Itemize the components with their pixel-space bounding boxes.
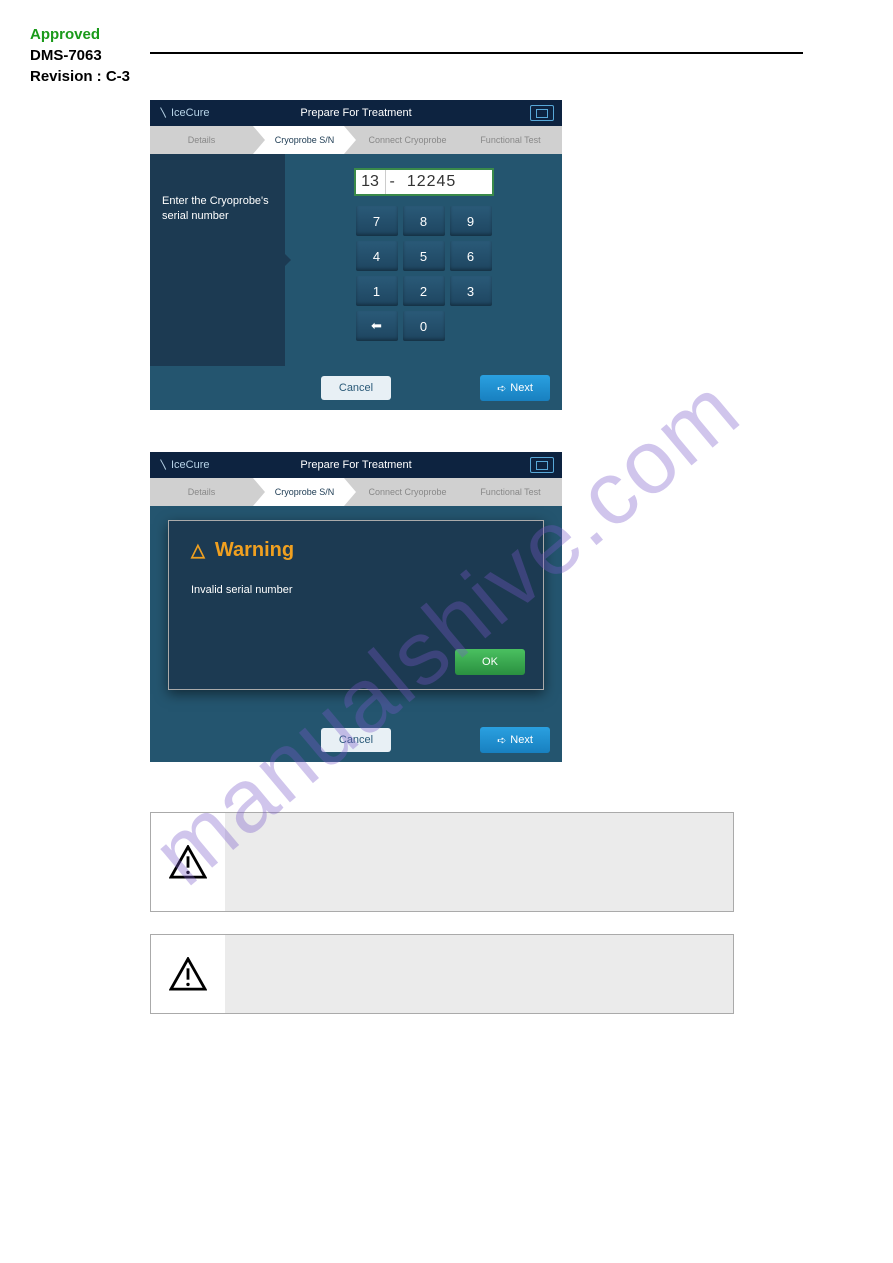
card-icon[interactable] xyxy=(530,457,554,473)
next-button[interactable]: ➪ Next xyxy=(480,727,550,753)
key-0[interactable]: 0 xyxy=(403,311,445,341)
screen-title: Prepare For Treatment xyxy=(300,459,411,471)
next-label: Next xyxy=(510,382,533,394)
step-cryoprobe-sn[interactable]: Cryoprobe S/N xyxy=(253,478,356,506)
sn-value: 12245 xyxy=(399,173,457,191)
key-6[interactable]: 6 xyxy=(450,241,492,271)
step-details[interactable]: Details xyxy=(150,126,253,154)
caution-triangle-icon xyxy=(169,845,207,879)
prompt-text: Enter the Cryoprobe's serial number xyxy=(162,194,273,225)
ok-button[interactable]: OK xyxy=(455,649,525,675)
key-3[interactable]: 3 xyxy=(450,276,492,306)
step-connect[interactable]: Connect Cryoprobe xyxy=(356,478,459,506)
key-9[interactable]: 9 xyxy=(450,206,492,236)
caution-box xyxy=(150,812,734,912)
step-bar: Details Cryoprobe S/N Connect Cryoprobe … xyxy=(150,126,562,154)
warning-title: △ Warning xyxy=(191,539,521,562)
key-2[interactable]: 2 xyxy=(403,276,445,306)
warning-triangle-icon: △ xyxy=(191,540,205,561)
step-functional-test[interactable]: Functional Test xyxy=(459,478,562,506)
key-1[interactable]: 1 xyxy=(356,276,398,306)
key-7[interactable]: 7 xyxy=(356,206,398,236)
caution-triangle-icon xyxy=(169,957,207,991)
serial-display[interactable]: 13 - 12245 xyxy=(354,168,494,196)
caution-box xyxy=(150,934,734,1014)
device-header: 〵IceCure Prepare For Treatment xyxy=(150,100,562,126)
step-connect[interactable]: Connect Cryoprobe xyxy=(356,126,459,154)
keypad-panel: 13 - 12245 7 8 9 4 5 6 1 2 3 ⬅ 0 xyxy=(285,154,562,366)
step-details[interactable]: Details xyxy=(150,478,253,506)
key-5[interactable]: 5 xyxy=(403,241,445,271)
cancel-button[interactable]: Cancel xyxy=(321,376,391,400)
body: Enter the Cryoprobe's serial number 13 -… xyxy=(150,154,562,366)
key-8[interactable]: 8 xyxy=(403,206,445,236)
key-4[interactable]: 4 xyxy=(356,241,398,271)
caution-icon-cell xyxy=(151,813,225,911)
logo: 〵IceCure xyxy=(158,457,210,473)
step-bar: Details Cryoprobe S/N Connect Cryoprobe … xyxy=(150,478,562,506)
sn-separator: - xyxy=(386,173,399,191)
step-functional-test[interactable]: Functional Test xyxy=(459,126,562,154)
cancel-button[interactable]: Cancel xyxy=(321,728,391,752)
warning-message: Invalid serial number xyxy=(191,584,521,596)
key-backspace[interactable]: ⬅ xyxy=(356,311,398,341)
next-label: Next xyxy=(510,734,533,746)
next-arrow-icon: ➪ xyxy=(497,382,506,395)
approved-label: Approved xyxy=(30,24,130,45)
caution-icon-cell xyxy=(151,935,225,1013)
doc-number: DMS-7063 xyxy=(30,45,130,66)
screenshot-warning: 〵IceCure Prepare For Treatment Details C… xyxy=(150,452,562,762)
next-button[interactable]: ➪ Next xyxy=(480,375,550,401)
warning-dialog: △ Warning Invalid serial number OK xyxy=(168,520,544,690)
revision-label: Revision : C-3 xyxy=(30,66,130,87)
logo: 〵IceCure xyxy=(158,105,210,121)
doc-header: Approved DMS-7063 Revision : C-3 xyxy=(30,24,130,87)
card-icon[interactable] xyxy=(530,105,554,121)
sn-prefix: 13 xyxy=(356,170,386,194)
screen-title: Prepare For Treatment xyxy=(300,107,411,119)
next-arrow-icon: ➪ xyxy=(497,734,506,747)
footer: Cancel ➪ Next xyxy=(150,718,562,762)
screenshot-serial-entry: 〵IceCure Prepare For Treatment Details C… xyxy=(150,100,562,410)
body: △ Warning Invalid serial number OK xyxy=(150,506,562,718)
device-header: 〵IceCure Prepare For Treatment xyxy=(150,452,562,478)
step-cryoprobe-sn[interactable]: Cryoprobe S/N xyxy=(253,126,356,154)
prompt-panel: Enter the Cryoprobe's serial number xyxy=(150,154,285,366)
keypad: 7 8 9 4 5 6 1 2 3 ⬅ 0 xyxy=(356,206,492,341)
footer: Cancel ➪ Next xyxy=(150,366,562,410)
header-rule xyxy=(150,52,803,54)
